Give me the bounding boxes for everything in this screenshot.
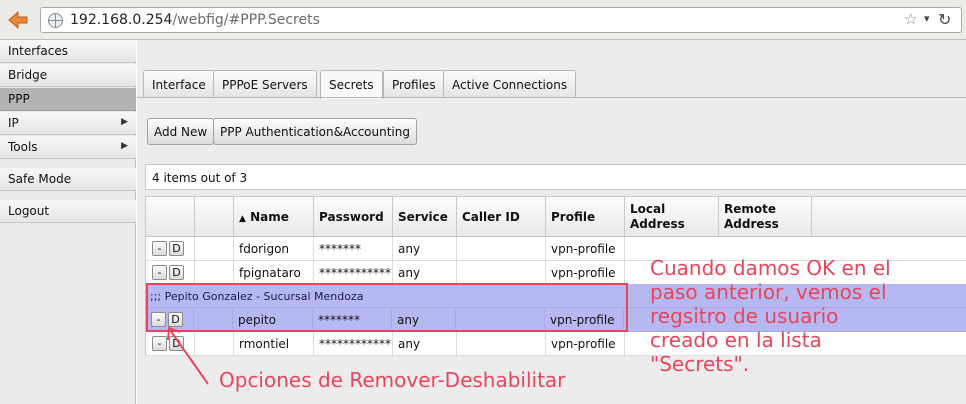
header-name-label: Name <box>250 210 289 224</box>
header-local-label: Local <box>630 202 666 216</box>
header-service[interactable]: Service <box>393 197 457 237</box>
header-actions <box>146 197 195 237</box>
header-remote-address[interactable]: Remote Address <box>719 197 812 237</box>
annotation-line: regsitro de usuario <box>650 304 839 328</box>
cell-name: rmontiel <box>234 332 314 355</box>
sidebar-item-label: Interfaces <box>8 44 68 58</box>
tab-divider <box>137 97 966 98</box>
tab-interface[interactable]: Interface <box>143 70 215 98</box>
annotation-secrets-note: Cuando damos OK en el paso anterior, vem… <box>650 256 950 376</box>
url-host: 192.168.0.254 <box>70 12 173 28</box>
sidebar-item-label: PPP <box>8 92 30 106</box>
sort-ascending-icon: ▲ <box>239 214 246 224</box>
browser-toolbar: 192.168.0.254/webfig/#PPP.Secrets ☆ ▾ ↻ <box>0 0 966 40</box>
cell-password: ************ <box>314 261 393 284</box>
reload-icon[interactable]: ↻ <box>938 10 951 29</box>
row-blank <box>195 237 234 260</box>
header-password[interactable]: Password <box>314 197 393 237</box>
annotation-arrow <box>167 326 209 385</box>
annotation-line: paso anterior, vemos el <box>650 280 887 304</box>
header-caller-id[interactable]: Caller ID <box>457 197 546 237</box>
items-count-text: 4 items out of 3 <box>152 171 248 185</box>
cell-caller-id <box>457 332 546 355</box>
tab-profiles[interactable]: Profiles <box>383 70 445 98</box>
remove-button[interactable]: - <box>152 241 167 256</box>
sidebar-item-label: Safe Mode <box>8 172 72 186</box>
auth-accounting-label: PPP Authentication&Accounting <box>220 125 410 139</box>
header-local-address-label: Address <box>630 217 685 231</box>
tab-label: Active Connections <box>452 78 568 92</box>
chevron-right-icon: ▶ <box>121 141 128 151</box>
cell-profile: vpn-profile <box>546 237 625 260</box>
items-count-bar: 4 items out of 3 <box>145 164 966 190</box>
url-path: /webfig/#PPP.Secrets <box>172 12 320 28</box>
cell-service: any <box>393 332 457 355</box>
url-text[interactable]: 192.168.0.254/webfig/#PPP.Secrets <box>70 12 320 28</box>
chevron-right-icon: ▶ <box>121 117 128 127</box>
row-actions: - D <box>146 261 195 284</box>
cell-service: any <box>393 261 457 284</box>
cell-name: fpignataro <box>234 261 314 284</box>
globe-icon <box>48 13 63 28</box>
sidebar-item-label: Bridge <box>8 68 48 82</box>
sidebar-item-ip[interactable]: IP ▶ <box>0 112 136 135</box>
disable-button[interactable]: D <box>169 265 184 280</box>
header-blank <box>195 197 234 237</box>
address-bar[interactable]: 192.168.0.254/webfig/#PPP.Secrets ☆ ▾ ↻ <box>40 7 962 33</box>
sidebar-item-bridge[interactable]: Bridge <box>0 64 136 87</box>
sidebar-item-ppp[interactable]: PPP <box>0 88 136 111</box>
cell-name: fdorigon <box>234 237 314 260</box>
add-new-label: Add New <box>154 125 208 139</box>
header-caller-id-label: Caller ID <box>462 210 520 224</box>
header-remote-label: Remote <box>724 202 777 216</box>
tab-label: Profiles <box>392 78 436 92</box>
tab-active-connections[interactable]: Active Connections <box>443 70 577 98</box>
cell-password: ******* <box>314 237 393 260</box>
header-local-address[interactable]: Local Address <box>625 197 719 237</box>
sidebar-item-tools[interactable]: Tools ▶ <box>0 136 136 159</box>
bookmark-star-icon[interactable]: ☆ <box>904 10 917 28</box>
annotation-line: "Secrets". <box>650 352 750 376</box>
chevron-down-icon[interactable]: ▾ <box>924 12 930 25</box>
cell-caller-id <box>457 261 546 284</box>
remove-button[interactable]: - <box>152 265 167 280</box>
sidebar-item-label: Tools <box>8 140 38 154</box>
sidebar-item-safe-mode[interactable]: Safe Mode <box>0 168 136 191</box>
sidebar-item-label: IP <box>8 116 19 130</box>
tab-label: PPPoE Servers <box>222 78 308 92</box>
tab-pppoe-servers[interactable]: PPPoE Servers <box>213 70 317 98</box>
disable-button[interactable]: D <box>169 241 184 256</box>
row-blank <box>195 261 234 284</box>
tab-secrets[interactable]: Secrets <box>320 70 383 99</box>
cell-password: ************ <box>314 332 393 355</box>
sidebar-item-label: Logout <box>8 204 50 218</box>
tab-label: Interface <box>152 78 206 92</box>
header-profile[interactable]: Profile <box>546 197 625 237</box>
cell-profile: vpn-profile <box>546 332 625 355</box>
header-name[interactable]: ▲ Name <box>234 197 314 237</box>
table-header: ▲ Name Password Service Caller ID Profil… <box>146 197 966 237</box>
header-profile-label: Profile <box>551 210 596 224</box>
header-remote-address-label: Address <box>724 217 779 231</box>
tab-label: Secrets <box>329 78 374 92</box>
sidebar-item-logout[interactable]: Logout <box>0 200 136 223</box>
header-service-label: Service <box>398 210 448 224</box>
row-actions: - D <box>146 237 195 260</box>
header-password-label: Password <box>319 210 384 224</box>
back-arrow-icon[interactable] <box>6 9 30 31</box>
sidebar-item-interfaces[interactable]: Interfaces <box>0 40 136 63</box>
annotation-line: Cuando damos OK en el <box>650 256 891 280</box>
cell-profile: vpn-profile <box>546 261 625 284</box>
sidebar: Interfaces Bridge PPP IP ▶ Tools ▶ Safe Mo… <box>0 40 136 404</box>
cell-caller-id <box>457 237 546 260</box>
cell-service: any <box>393 237 457 260</box>
annotation-remove-disable: Opciones de Remover-Deshabilitar <box>219 368 566 392</box>
annotation-line: creado en la lista <box>650 328 822 352</box>
add-new-button[interactable]: Add New <box>147 118 215 145</box>
ppp-auth-accounting-button[interactable]: PPP Authentication&Accounting <box>213 118 417 145</box>
